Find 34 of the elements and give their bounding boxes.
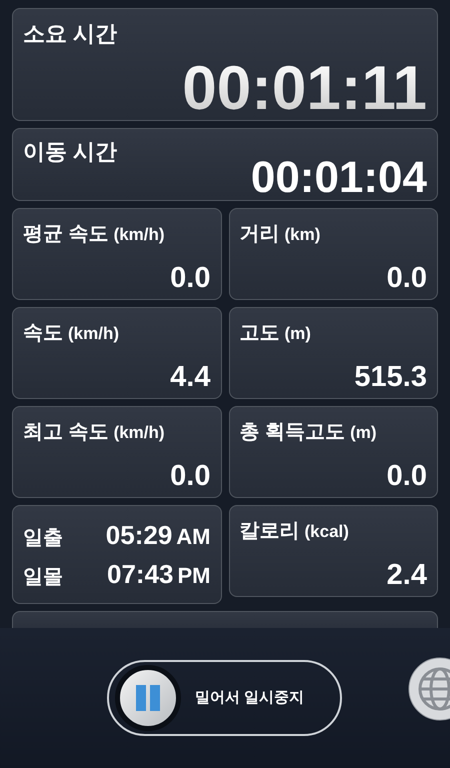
stat-label: 속도 bbox=[23, 321, 63, 346]
sun-label: 일출 bbox=[23, 526, 63, 551]
stat-label: 평균 속도 bbox=[23, 222, 109, 247]
moving-time: 00:01:04 bbox=[250, 156, 427, 200]
sun-label: 일몰 bbox=[23, 565, 63, 590]
stat-value: 4.4 bbox=[170, 363, 210, 392]
stat-unit: (km/h) bbox=[68, 323, 119, 345]
card-title: 이동 시간 bbox=[23, 138, 118, 166]
stat-value: 0.0 bbox=[170, 462, 210, 491]
stat-unit: (km) bbox=[284, 224, 320, 246]
stat-value: 0.0 bbox=[386, 462, 427, 491]
card-title: 소요 시간 bbox=[23, 20, 118, 48]
stat-label: 칼로리 bbox=[240, 519, 300, 544]
sun-time: 07:43 bbox=[107, 558, 174, 591]
stat-unit: (m) bbox=[350, 422, 377, 444]
pause-button[interactable]: 밀어서 일시중지 bbox=[107, 660, 342, 736]
stat-value: 2.4 bbox=[386, 561, 427, 590]
globe-icon[interactable] bbox=[408, 657, 450, 721]
stat-value: 0.0 bbox=[170, 264, 210, 293]
stat-label: 최고 속도 bbox=[23, 420, 109, 445]
stat-value: 0.0 bbox=[386, 264, 427, 293]
stat-unit: (m) bbox=[284, 323, 311, 345]
stat-value: 515.3 bbox=[354, 363, 427, 392]
stat-label: 총 획득고도 bbox=[240, 420, 346, 445]
time-suffix: PM bbox=[178, 562, 210, 590]
stat-unit: (kcal) bbox=[304, 521, 349, 543]
stat-unit: (km/h) bbox=[114, 224, 165, 246]
stat-label: 고도 bbox=[240, 321, 280, 346]
stat-label: 거리 bbox=[240, 222, 280, 247]
pause-knob-icon[interactable] bbox=[115, 665, 181, 731]
stat-unit: (km/h) bbox=[114, 422, 165, 444]
sun-time: 05:29 bbox=[106, 519, 172, 552]
time-suffix: AM bbox=[176, 523, 210, 551]
slider-label: 밀어서 일시중지 bbox=[195, 688, 304, 708]
